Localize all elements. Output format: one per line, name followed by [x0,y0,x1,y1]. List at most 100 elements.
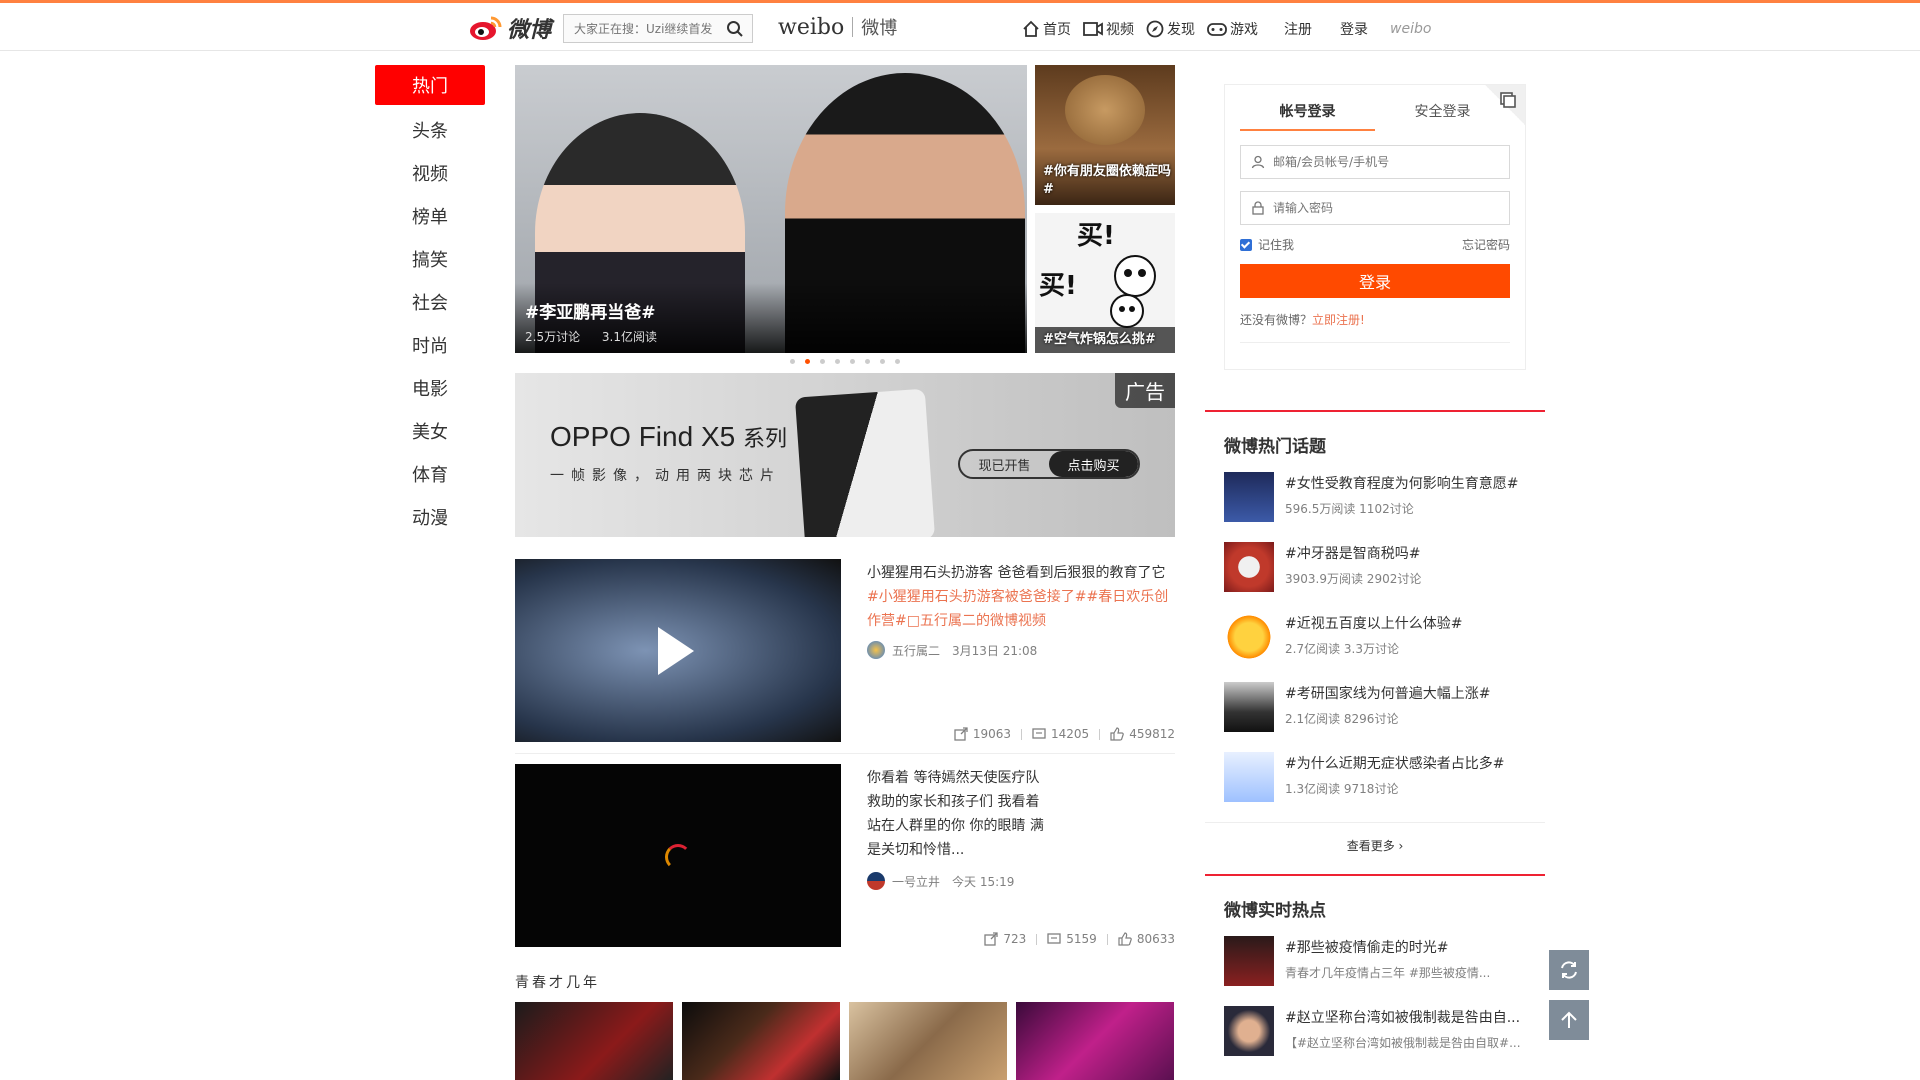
comment-button[interactable]: 14205 [1032,727,1089,741]
share-count: 19063 [972,727,1011,741]
topic-meta: 596.5万阅读 1102讨论 [1285,502,1414,516]
topic-title[interactable]: #女性受教育程度为何影响生育意愿# [1285,474,1525,494]
register-now-link[interactable]: 立即注册! [1312,313,1365,327]
topic-item[interactable]: #女性受教育程度为何影响生育意愿# 596.5万阅读 1102讨论 [1224,472,1534,524]
password-input[interactable] [1273,201,1493,215]
avatar[interactable] [867,872,885,890]
nav-discover[interactable]: 发现 [1146,19,1195,39]
feed-username[interactable]: 一号立井 [892,873,940,890]
category-hot[interactable]: 热门 [375,65,485,105]
lock-icon [1252,201,1264,215]
video-thumbnail[interactable] [515,559,841,742]
ad-banner[interactable]: OPPO Find X5 系列 一帧影像，动用两块芯片 现已开售 点击购买 广告 [515,373,1175,537]
remember-label[interactable]: 记住我 [1258,236,1294,253]
nav-discover-label: 发现 [1167,22,1195,38]
search-input[interactable] [564,21,714,36]
video-thumbnail[interactable] [515,764,841,947]
topic-title[interactable]: #近视五百度以上什么体验# [1285,614,1525,634]
carousel-dot[interactable] [880,359,885,364]
gallery-thumbnail[interactable] [682,1002,840,1080]
comment-button[interactable]: 5159 [1047,932,1097,946]
nav-home[interactable]: 首页 [1022,19,1071,39]
comment-icon [1032,728,1046,739]
tab-secure-login[interactable]: 安全登录 [1375,101,1510,131]
section-title: 青春才几年 [515,975,600,991]
login-panel: 帐号登录 安全登录 记住我 忘记密码 登录 还没有微博？立即注册! [1224,84,1526,370]
login-button[interactable]: 登录 [1240,264,1510,298]
topic-item[interactable]: #近视五百度以上什么体验# 2.7亿阅读 3.3万讨论 [1224,612,1534,664]
feed-text[interactable]: 小猩猩用石头扔游客 爸爸看到后狠狠的教育了它 #小猩猩用石头扔游客被爸爸接了##… [867,561,1175,633]
forgot-password-link[interactable]: 忘记密码 [1462,236,1510,253]
username-field[interactable] [1240,145,1510,179]
username-input[interactable] [1273,155,1493,169]
register-link[interactable]: 注册 [1284,19,1312,39]
weibo-logo[interactable]: 微博 [469,12,551,44]
topic-title[interactable]: #为什么近期无症状感染者占比多# [1285,754,1525,774]
gallery-thumbnail[interactable] [515,1002,673,1080]
topic-title[interactable]: #那些被疫情偷走的时光# [1285,938,1525,958]
carousel-dot[interactable] [820,359,825,364]
hero-side-card-1[interactable]: #你有朋友圈依赖症吗# [1035,65,1175,205]
view-more-link[interactable]: 查看更多 › [1205,822,1545,854]
topic-item[interactable]: #冲牙器是智商税吗# 3903.9万阅读 2902讨论 [1224,542,1534,594]
share-button[interactable]: 723 [984,932,1026,946]
search-icon[interactable] [726,20,744,38]
feed-username[interactable]: 五行属二 [892,642,940,659]
topic-title[interactable]: #赵立坚称台湾如被俄制裁是咎由自... [1285,1008,1525,1028]
gallery-thumbnail[interactable] [849,1002,1007,1080]
topic-title[interactable]: #考研国家线为何普遍大幅上涨# [1285,684,1525,704]
carousel-dot[interactable] [835,359,840,364]
like-button[interactable]: 80633 [1118,932,1175,946]
play-icon[interactable] [658,627,694,675]
login-tabs: 帐号登录 安全登录 [1240,101,1510,131]
ad-label: 广告 [1115,373,1175,408]
category-movies[interactable]: 电影 [375,366,485,409]
search-box[interactable] [563,14,753,43]
category-sports[interactable]: 体育 [375,452,485,495]
topic-item[interactable]: #考研国家线为何普遍大幅上涨# 2.1亿阅读 8296讨论 [1224,682,1534,734]
like-button[interactable]: 459812 [1110,727,1175,741]
compass-icon [1146,20,1164,38]
remember-checkbox[interactable] [1240,238,1252,251]
hero-side-card-2[interactable]: 买! 买! #空气炸锅怎么挑# [1035,213,1175,353]
feed-video-link[interactable]: □五行属二的微博视频 [907,613,1046,629]
tab-account-login[interactable]: 帐号登录 [1240,101,1375,131]
carousel-dot[interactable] [865,359,870,364]
topic-thumbnail [1224,542,1274,592]
password-field[interactable] [1240,191,1510,225]
topic-thumbnail [1224,752,1274,802]
category-anime[interactable]: 动漫 [375,495,485,538]
brand-cn: 微博 [861,18,898,39]
cartoon-birds-image [1110,255,1156,328]
refresh-button[interactable] [1549,950,1589,990]
topic-title[interactable]: #冲牙器是智商税吗# [1285,544,1525,564]
carousel-dot[interactable] [850,359,855,364]
gallery-thumbnail[interactable] [1016,1002,1174,1080]
carousel-dot[interactable] [790,359,795,364]
topic-item[interactable]: #赵立坚称台湾如被俄制裁是咎由自... 【#赵立坚称台湾如被俄制裁是咎由自取#..… [1224,1006,1534,1058]
topic-item[interactable]: #那些被疫情偷走的时光# 青春才几年疫情占三年 #那些被疫情... [1224,936,1534,988]
ad-buy-button[interactable]: 点击购买 [1049,451,1138,477]
nav-games[interactable]: 游戏 [1207,19,1258,39]
share-button[interactable]: 19063 [954,727,1011,741]
back-to-top-button[interactable] [1549,1000,1589,1040]
category-rankings[interactable]: 榜单 [375,194,485,237]
ad-cta[interactable]: 现已开售 点击购买 [958,449,1140,479]
login-link[interactable]: 登录 [1340,19,1368,39]
carousel-dot-active[interactable] [805,359,810,364]
category-headlines[interactable]: 头条 [375,108,485,151]
feed-text[interactable]: 你看着 等待嫣然天使医疗队 救助的家长和孩子们 我看着 站在人群里的你 你的眼睛… [867,766,1057,862]
weibo-small-logo[interactable]: weibo [1390,21,1431,37]
hero-title[interactable]: #李亚鹏再当爸# [525,298,656,323]
avatar[interactable] [867,641,885,659]
carousel-dot[interactable] [895,359,900,364]
nav-video[interactable]: 视频 [1083,19,1134,39]
category-fashion[interactable]: 时尚 [375,323,485,366]
topic-item[interactable]: #为什么近期无症状感染者占比多# 1.3亿阅读 9718讨论 [1224,752,1534,804]
category-beauty[interactable]: 美女 [375,409,485,452]
phone-image [794,388,936,537]
category-video[interactable]: 视频 [375,151,485,194]
category-society[interactable]: 社会 [375,280,485,323]
category-funny[interactable]: 搞笑 [375,237,485,280]
hero-carousel-slide[interactable]: #李亚鹏再当爸# 2.5万讨论 3.1亿阅读 [515,65,1027,353]
